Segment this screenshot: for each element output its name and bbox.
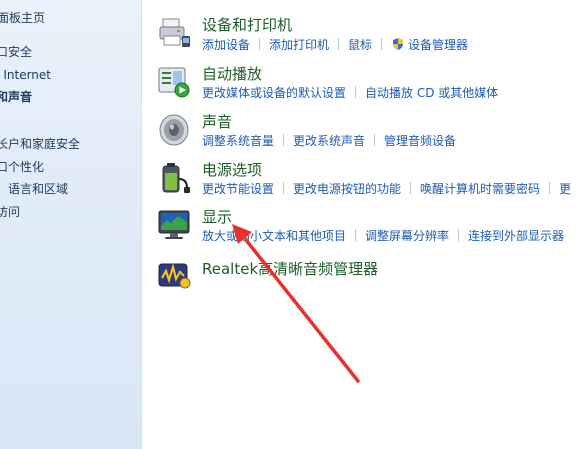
realtek-audio-icon[interactable]: [157, 258, 191, 292]
connect-external-display-link[interactable]: 连接到外部显示器: [468, 229, 564, 243]
speaker-icon[interactable]: [157, 113, 191, 147]
sidebar-item-security[interactable]: 口安全: [0, 45, 32, 59]
power-options-links: 更改节能设置 更改电源按钮的功能 唤醒计算机时需要密码 更: [202, 182, 571, 196]
display-links: 放大或缩小文本和其他项目 调整屏幕分辨率 连接到外部显示器: [202, 229, 564, 243]
devices-printers-links: 添加设备 添加打印机 鼠标 设备管理器: [202, 37, 468, 52]
require-password-wake-link[interactable]: 唤醒计算机时需要密码: [420, 182, 540, 196]
link-separator: [355, 86, 357, 98]
sidebar-item-internet[interactable]: I Internet: [0, 68, 51, 82]
sidebar-nav: 面板主页 口安全 I Internet 和声音 长户和家庭安全 口个性化 、语言…: [0, 0, 142, 449]
change-power-button-link[interactable]: 更改电源按钮的功能: [293, 182, 401, 196]
add-printer-link[interactable]: 添加打印机: [269, 38, 329, 52]
link-separator: [381, 38, 383, 50]
autoplay-links: 更改媒体或设备的默认设置 自动播放 CD 或其他媒体: [202, 86, 498, 100]
monitor-icon[interactable]: [157, 208, 191, 242]
adjust-resolution-link[interactable]: 调整屏幕分辨率: [365, 229, 449, 243]
devices-printers-title[interactable]: 设备和打印机: [202, 16, 292, 34]
realtek-title[interactable]: Realtek高清晰音频管理器: [202, 260, 378, 278]
link-separator: [549, 182, 551, 194]
sidebar-item-hardware-sound[interactable]: 和声音: [0, 90, 32, 104]
link-separator: [355, 229, 357, 241]
mouse-link[interactable]: 鼠标: [348, 38, 372, 52]
device-manager-link[interactable]: 设备管理器: [408, 38, 468, 52]
link-separator: [410, 182, 412, 194]
display-title[interactable]: 显示: [202, 208, 232, 226]
autoplay-icon[interactable]: [157, 65, 191, 99]
sidebar-item-home[interactable]: 面板主页: [0, 11, 45, 25]
autoplay-cd-link[interactable]: 自动播放 CD 或其他媒体: [365, 86, 498, 100]
link-separator: [283, 182, 285, 194]
change-media-defaults-link[interactable]: 更改媒体或设备的默认设置: [202, 86, 346, 100]
sound-links: 调整系统音量 更改系统声音 管理音频设备: [202, 134, 456, 148]
sidebar-item-region[interactable]: 、语言和区域: [0, 182, 68, 196]
link-separator: [338, 38, 340, 50]
sidebar-item-personalization[interactable]: 口个性化: [0, 160, 44, 174]
resize-text-link[interactable]: 放大或缩小文本和其他项目: [202, 229, 346, 243]
power-options-title[interactable]: 电源选项: [202, 161, 262, 179]
adjust-volume-link[interactable]: 调整系统音量: [202, 134, 274, 148]
manage-audio-devices-link[interactable]: 管理音频设备: [384, 134, 456, 148]
link-separator: [283, 134, 285, 146]
change-power-saving-link[interactable]: 更改节能设置: [202, 182, 274, 196]
change-system-sounds-link[interactable]: 更改系统声音: [293, 134, 365, 148]
battery-icon[interactable]: [157, 161, 191, 195]
autoplay-title[interactable]: 自动播放: [202, 65, 262, 83]
link-separator: [374, 134, 376, 146]
main-panel: 设备和打印机 添加设备 添加打印机 鼠标 设备管理器 自动播放 更改媒体或设备的默认设…: [141, 0, 578, 449]
sound-title[interactable]: 声音: [202, 113, 232, 131]
more-power-link[interactable]: 更: [559, 182, 571, 196]
printer-icon[interactable]: [157, 16, 191, 50]
sidebar-item-accounts[interactable]: 长户和家庭安全: [0, 137, 80, 151]
sidebar-item-access[interactable]: 访问: [0, 205, 20, 219]
link-separator: [458, 229, 460, 241]
shield-icon: [391, 37, 405, 51]
add-device-link[interactable]: 添加设备: [202, 38, 250, 52]
link-separator: [259, 38, 261, 50]
